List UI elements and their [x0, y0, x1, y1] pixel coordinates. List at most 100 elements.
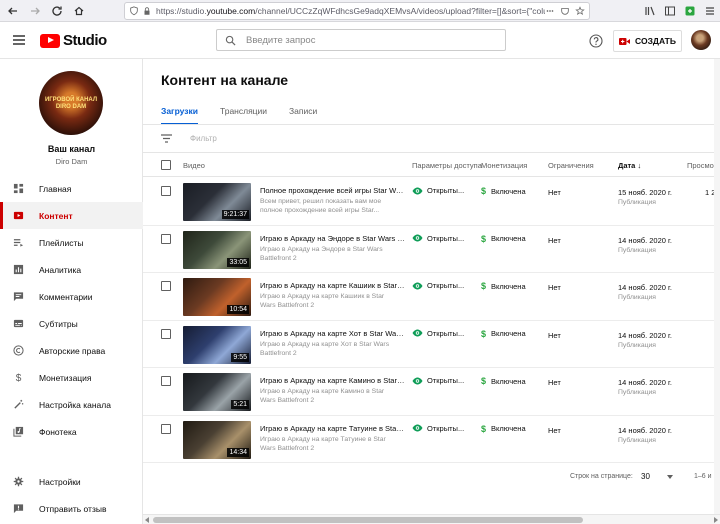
video-description: Играю в Аркаду на Эндоре в Star Wars Bat… — [260, 245, 383, 262]
monetization-label: Включена — [491, 376, 526, 386]
table-row[interactable]: 5:21 Играю в Аркаду на карте Камино в Sta… — [143, 368, 720, 416]
visibility-cell[interactable]: Открыты... — [412, 376, 464, 385]
tab-recordings[interactable]: Записи — [289, 104, 317, 125]
channel-avatar[interactable]: ИГРОВОЙ КАНАЛ DIRO DAM — [39, 71, 103, 135]
tab-live[interactable]: Трансляции — [220, 104, 267, 125]
horizontal-scrollbar[interactable] — [143, 514, 720, 524]
filter-bar[interactable]: Фильтр — [143, 125, 720, 153]
monetization-label: Включена — [491, 234, 526, 243]
monetization-cell[interactable]: $ Включена — [481, 186, 526, 196]
row-checkbox[interactable] — [161, 376, 171, 386]
sidebar-item-feedback[interactable]: Отправить отзыв — [0, 495, 143, 522]
select-all-checkbox[interactable] — [161, 160, 171, 170]
column-monetization[interactable]: Монетизация — [481, 161, 527, 170]
extension-icon[interactable] — [684, 5, 696, 17]
visibility-cell[interactable]: Открыты... — [412, 281, 464, 290]
column-visibility[interactable]: Параметры доступа — [412, 161, 482, 170]
video-thumbnail[interactable]: 33:05 — [183, 230, 251, 269]
video-thumbnail[interactable]: 9:21:37 — [183, 183, 251, 221]
sidebar: ИГРОВОЙ КАНАЛ DIRO DAM Ваш канал Diro Da… — [0, 59, 143, 524]
sidebar-item-analytics[interactable]: Аналитика — [0, 256, 143, 283]
vertical-scrollbar[interactable] — [714, 59, 720, 514]
sidebar-item-playlists[interactable]: Плейлисты — [0, 229, 143, 256]
shield-icon — [130, 6, 138, 16]
sidebar-item-comments[interactable]: Комментарии — [0, 283, 143, 310]
sidebar-item-dashboard[interactable]: Главная — [0, 175, 143, 202]
more-icon[interactable] — [545, 6, 555, 16]
column-date[interactable]: Дата ↓ — [618, 161, 641, 170]
table-row[interactable]: 10:54 Играю в Аркаду на карте Кашиик в St… — [143, 273, 720, 321]
table-row[interactable]: 9:21:37 Полное прохождение всей игры Star… — [143, 178, 720, 226]
library-icon[interactable] — [644, 5, 656, 17]
video-title[interactable]: Играю в Аркаду на карте Хот в Star Wars … — [260, 329, 405, 338]
content-tabs: Загрузки Трансляции Записи — [161, 104, 339, 125]
row-checkbox[interactable] — [161, 186, 171, 196]
monetization-label: Включена — [491, 186, 526, 196]
account-avatar[interactable] — [691, 30, 711, 50]
video-title[interactable]: Играю в Аркаду на карте Кашиик в Star Wa… — [260, 281, 405, 290]
table-row[interactable]: 9:55 Играю в Аркаду на карте Хот в Star W… — [143, 321, 720, 368]
menu-icon[interactable] — [704, 5, 716, 17]
sidebar-item-customization[interactable]: Настройка канала — [0, 391, 143, 418]
sidebar-toggle-icon[interactable] — [664, 5, 676, 17]
row-checkbox[interactable] — [161, 281, 171, 291]
bookmark-star-icon[interactable] — [575, 6, 585, 16]
row-checkbox[interactable] — [161, 233, 171, 244]
date-status: Публикация — [618, 246, 656, 254]
sidebar-item-monetization[interactable]: $ Монетизация — [0, 364, 143, 391]
back-icon[interactable] — [4, 2, 22, 20]
tab-uploads[interactable]: Загрузки — [161, 104, 198, 125]
scrollbar-thumb[interactable] — [153, 517, 583, 523]
visibility-cell[interactable]: Открыты... — [412, 234, 464, 243]
monetization-cell[interactable]: $ Включена — [481, 424, 526, 434]
video-title[interactable]: Играю в Аркаду на карте Камино в Star Wa… — [260, 376, 405, 385]
video-title[interactable]: Полное прохождение всей игры Star Wars B… — [260, 186, 405, 195]
rows-per-page-select[interactable]: 30 — [641, 472, 650, 481]
search-input[interactable] — [246, 34, 486, 46]
search-box[interactable] — [216, 29, 506, 51]
sidebar-item-audio-library[interactable]: Фонотека — [0, 418, 143, 445]
row-checkbox[interactable] — [161, 423, 171, 434]
studio-logo[interactable]: Studio — [40, 32, 107, 49]
sidebar-item-content[interactable]: Контент — [0, 202, 143, 229]
monetization-cell[interactable]: $ Включена — [481, 376, 526, 386]
url-text: https://studio.youtube.com/channel/UCCzZ… — [156, 6, 545, 16]
chevron-down-icon[interactable] — [667, 475, 673, 479]
pocket-icon[interactable] — [560, 6, 570, 16]
visibility-cell[interactable]: Открыты... — [412, 329, 464, 338]
table-row[interactable]: 14:34 Играю в Аркаду на карте Татуине в S… — [143, 416, 720, 463]
sidebar-item-copyright[interactable]: Авторские права — [0, 337, 143, 364]
monetization-cell[interactable]: $ Включена — [481, 281, 526, 291]
video-title[interactable]: Играю в Аркаду на Эндоре в Star Wars Bat… — [260, 234, 405, 243]
video-duration: 9:21:37 — [221, 210, 249, 219]
column-restrictions[interactable]: Ограничения — [548, 161, 594, 170]
restrictions-cell: Нет — [548, 330, 561, 340]
monetization-cell[interactable]: $ Включена — [481, 329, 526, 339]
monetization-cell[interactable]: $ Включена — [481, 234, 526, 244]
reload-icon[interactable] — [48, 2, 66, 20]
scroll-left-icon[interactable] — [145, 517, 149, 523]
filter-icon[interactable] — [161, 134, 172, 143]
sidebar-item-label: Фонотека — [39, 426, 77, 437]
address-bar[interactable]: https://studio.youtube.com/channel/UCCzZ… — [124, 2, 590, 20]
video-thumbnail[interactable]: 9:55 — [183, 325, 251, 364]
help-icon[interactable] — [589, 34, 603, 48]
dollar-icon: $ — [481, 328, 487, 339]
table-row[interactable]: 33:05 Играю в Аркаду на Эндоре в Star War… — [143, 226, 720, 273]
scroll-right-icon[interactable] — [714, 517, 718, 523]
row-checkbox[interactable] — [161, 328, 171, 339]
video-thumbnail[interactable]: 5:21 — [183, 373, 251, 411]
video-thumbnail[interactable]: 10:54 — [183, 278, 251, 316]
forward-icon[interactable] — [26, 2, 44, 20]
sidebar-item-subtitles[interactable]: Субтитры — [0, 310, 143, 337]
hamburger-menu-icon[interactable] — [12, 34, 26, 46]
video-thumbnail[interactable]: 14:34 — [183, 420, 251, 459]
column-views[interactable]: Просмо — [687, 161, 714, 170]
sidebar-item-settings[interactable]: Настройки — [0, 468, 143, 495]
create-button[interactable]: СОЗДАТЬ — [613, 30, 682, 52]
browser-toolbar: https://studio.youtube.com/channel/UCCzZ… — [0, 0, 720, 22]
visibility-cell[interactable]: Открыты... — [412, 424, 464, 433]
visibility-cell[interactable]: Открыты... — [412, 186, 464, 195]
video-title[interactable]: Играю в Аркаду на карте Татуине в Star W… — [260, 424, 405, 433]
home-icon[interactable] — [70, 2, 88, 20]
